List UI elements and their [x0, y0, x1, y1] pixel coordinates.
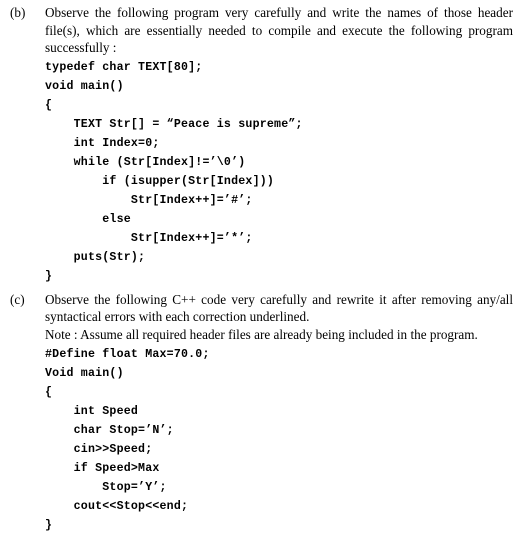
- question-c: (c) Observe the following C++ code very …: [0, 291, 513, 535]
- code-line: }: [45, 269, 53, 283]
- question-c-note: Note : Assume all required header files …: [45, 326, 478, 342]
- question-c-label: (c): [10, 291, 25, 307]
- question-b-label: (b): [10, 5, 26, 20]
- code-line: Str[Index++]=’#’;: [45, 193, 253, 207]
- question-c-prompt: Observe the following C++ code very care…: [45, 291, 513, 325]
- code-line: if (isupper(Str[Index])): [45, 174, 275, 188]
- question-b: (b) Observe the following program very c…: [0, 4, 513, 286]
- code-line: Void main(): [45, 366, 124, 380]
- code-line: puts(Str);: [45, 250, 146, 264]
- code-line: while (Str[Index]!=’\0’): [45, 155, 246, 169]
- code-line: Stop=’Y’;: [45, 480, 167, 494]
- code-line: char Stop=’N’;: [45, 423, 174, 437]
- code-line: cout<<Stop<<end;: [45, 499, 189, 513]
- question-b-code: typedef char TEXT[80]; void main() { TEX…: [45, 58, 513, 286]
- question-b-prompt: Observe the following program very caref…: [45, 5, 513, 56]
- code-line: int Speed: [45, 404, 139, 418]
- code-line: #Define float Max=70.0;: [45, 347, 210, 361]
- document-page: (b) Observe the following program very c…: [0, 4, 513, 532]
- code-line: if Speed>Max: [45, 461, 160, 475]
- code-line: {: [45, 98, 53, 112]
- code-line: TEXT Str[] = “Peace is supreme”;: [45, 117, 303, 131]
- code-line: int Index=0;: [45, 136, 160, 150]
- code-line: else: [45, 212, 131, 226]
- question-c-code: #Define float Max=70.0; Void main() { in…: [45, 345, 513, 535]
- code-line: Str[Index++]=’*’;: [45, 231, 253, 245]
- code-line: {: [45, 385, 53, 399]
- code-line: void main(): [45, 79, 124, 93]
- code-line: }: [45, 518, 53, 532]
- code-line: typedef char TEXT[80];: [45, 60, 203, 74]
- code-line: cin>>Speed;: [45, 442, 153, 456]
